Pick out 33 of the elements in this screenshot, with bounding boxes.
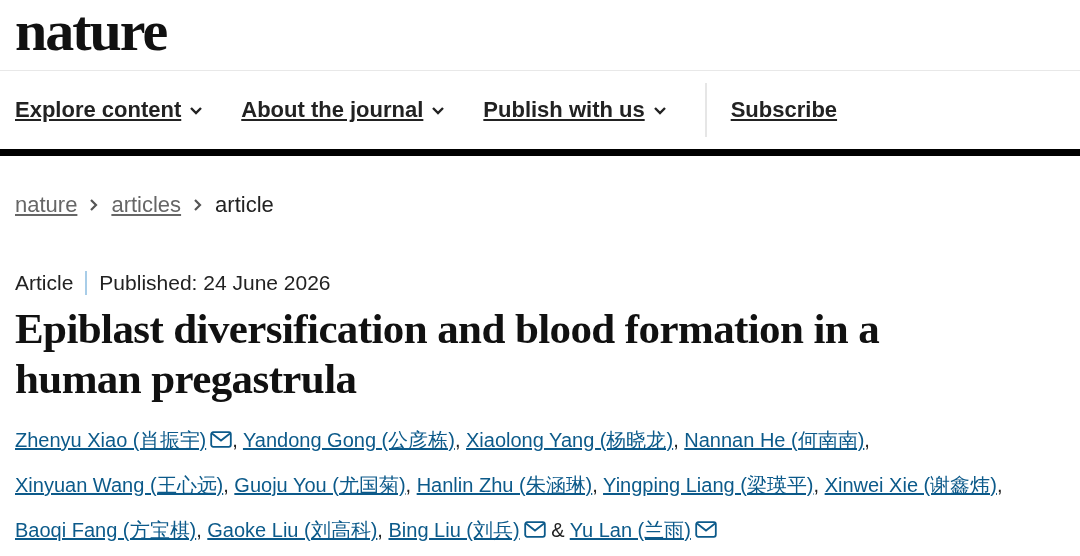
author-link[interactable]: Nannan He (何南南) bbox=[684, 429, 865, 451]
logo[interactable]: nature bbox=[15, 2, 167, 60]
chevron-right-icon bbox=[193, 198, 204, 212]
author-link[interactable]: Gaoke Liu (刘高科) bbox=[207, 519, 378, 541]
author-link[interactable]: Baoqi Fang (方宝棋) bbox=[15, 519, 197, 541]
author-link[interactable]: Guoju You (尤国菊) bbox=[234, 474, 406, 496]
author-link[interactable]: Hanlin Zhu (朱涵琳) bbox=[416, 474, 593, 496]
chevron-right-icon bbox=[89, 198, 100, 212]
nav-link[interactable]: About the journal bbox=[241, 97, 446, 123]
breadcrumb-link[interactable]: articles bbox=[111, 192, 182, 218]
current-page-text[interactable]: article bbox=[215, 192, 274, 218]
author-link[interactable]: Yandong Gong (公彦栋) bbox=[242, 429, 455, 451]
author-link[interactable]: Yu Lan (兰雨) bbox=[569, 519, 717, 541]
chevron-down-icon bbox=[189, 105, 204, 115]
breadcrumb-link[interactable]: nature bbox=[15, 192, 78, 218]
nav-link[interactable]: Publish with us bbox=[483, 97, 667, 123]
nav-link[interactable]: Explore content bbox=[15, 97, 204, 123]
author-link[interactable]: Xiaolong Yang (杨晓龙) bbox=[466, 429, 674, 451]
chevron-down-icon bbox=[652, 105, 667, 115]
email-icon[interactable] bbox=[523, 521, 546, 538]
publish-date: Published: 24 June 2026 bbox=[98, 271, 331, 295]
author-list: Zhenyu Xiao (肖振宇) , Yandong Gong (公彦栋), Xiaolong Yang (杨晓龙), Nannan He (何南南), Xinyuan Wang (王心远), Guoju You (尤国菊), Hanlin Zhu (朱涵琳), Yingping Liang (梁瑛平), Xinwei Xie (谢鑫炜), Baoqi Fang (方宝棋), Gaoke Liu (刘高科), Bing Liu (刘兵) & Yu Lan (兰雨) bbox=[15, 418, 1080, 553]
author-link[interactable]: Bing Liu (刘兵) bbox=[388, 519, 546, 541]
nav-link[interactable]: Subscribe bbox=[730, 97, 838, 123]
author-link[interactable]: Xinyuan Wang (王心远) bbox=[15, 474, 224, 496]
article-title: Epiblast diversification and blood formation in a human pregastrula bbox=[15, 304, 881, 404]
email-icon[interactable] bbox=[694, 521, 717, 538]
author-link[interactable]: Yingping Liang (梁瑛平) bbox=[603, 474, 814, 496]
chevron-down-icon bbox=[431, 105, 446, 115]
article-type: Article bbox=[15, 271, 88, 295]
author-link[interactable]: Xinwei Xie (谢鑫炜) bbox=[824, 474, 997, 496]
author-link[interactable]: Zhenyu Xiao (肖振宇) bbox=[15, 429, 233, 451]
email-icon[interactable] bbox=[210, 431, 233, 448]
